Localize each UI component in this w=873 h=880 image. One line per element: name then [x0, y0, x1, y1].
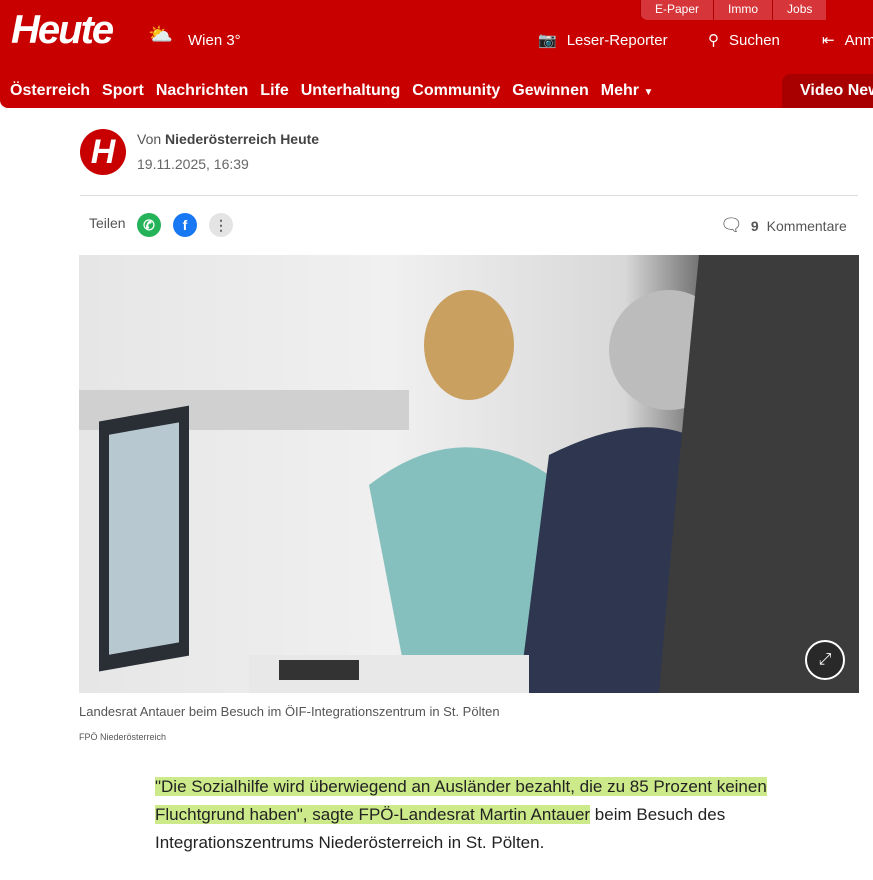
- mehr-label: Mehr: [600, 82, 639, 99]
- author-avatar[interactable]: H: [80, 129, 126, 175]
- search-label: Suchen: [729, 31, 780, 49]
- nav-life[interactable]: Life: [260, 82, 288, 100]
- nav-community[interactable]: Community: [412, 82, 500, 100]
- site-header: E-Paper Immo Jobs Heute ⛅ Wien 3° 📷 Leser…: [0, 0, 873, 108]
- facebook-icon[interactable]: f: [173, 213, 197, 237]
- nav-mehr[interactable]: Mehr ▼: [601, 82, 654, 100]
- nav-sport[interactable]: Sport: [102, 82, 144, 100]
- login-icon: ⇤: [822, 32, 835, 49]
- search-icon: ⚲: [708, 32, 719, 49]
- top-link-jobs[interactable]: Jobs: [772, 0, 826, 20]
- top-link-epaper[interactable]: E-Paper: [640, 0, 713, 20]
- photo-caption: Landesrat Antauer beim Besuch im ÖIF-Int…: [79, 704, 500, 719]
- top-link-immo[interactable]: Immo: [713, 0, 772, 20]
- publish-date: 19.11.2025, 16:39: [137, 156, 249, 172]
- login-label: Anmelden: [844, 31, 873, 49]
- whatsapp-icon[interactable]: ✆: [137, 213, 161, 237]
- comments-link[interactable]: 🗨 9 Kommentare: [720, 215, 847, 236]
- nav-unterhaltung[interactable]: Unterhaltung: [301, 82, 401, 100]
- photo-illustration: [79, 255, 859, 693]
- nav-video[interactable]: Video: [800, 82, 843, 99]
- article-photo[interactable]: [79, 255, 859, 693]
- byline: Von Niederösterreich Heute: [137, 131, 319, 147]
- nav-news[interactable]: News: [848, 82, 873, 99]
- search-button[interactable]: ⚲ Suchen: [708, 31, 780, 50]
- camera-icon: 📷: [538, 32, 557, 49]
- more-share-icon[interactable]: ⋮: [209, 213, 233, 237]
- divider: [80, 195, 858, 196]
- top-links: E-Paper Immo Jobs: [640, 0, 827, 20]
- logo[interactable]: Heute: [11, 8, 114, 53]
- share-label: Teilen: [89, 215, 126, 231]
- weather[interactable]: Wien 3°: [188, 32, 241, 49]
- video-nav: Video News: [782, 74, 873, 108]
- nav-gewinnen[interactable]: Gewinnen: [512, 82, 588, 100]
- author-name[interactable]: Niederösterreich Heute: [165, 131, 319, 147]
- caret-down-icon: ▼: [643, 87, 654, 98]
- nav-oesterreich[interactable]: Österreich: [10, 82, 90, 100]
- expand-image-icon[interactable]: ⤢: [805, 640, 845, 680]
- leser-reporter-button[interactable]: 📷 Leser-Reporter: [538, 31, 668, 50]
- article-paragraph: "Die Sozialhilfe wird überwiegend an Aus…: [155, 773, 795, 857]
- comment-icon: 🗨: [720, 215, 743, 235]
- login-button[interactable]: ⇤ Anmelden: [822, 31, 873, 50]
- leser-reporter-label: Leser-Reporter: [566, 31, 668, 49]
- sun-cloud-icon: ⛅: [148, 24, 173, 46]
- nav-nachrichten[interactable]: Nachrichten: [156, 82, 248, 100]
- comment-count: 9: [750, 217, 759, 234]
- author-prefix: Von: [137, 131, 162, 147]
- photo-credit: FPÖ Niederösterreich: [79, 732, 167, 742]
- comments-label: Kommentare: [766, 217, 847, 234]
- main-nav: Österreich Sport Nachrichten Life Unterh…: [10, 82, 653, 100]
